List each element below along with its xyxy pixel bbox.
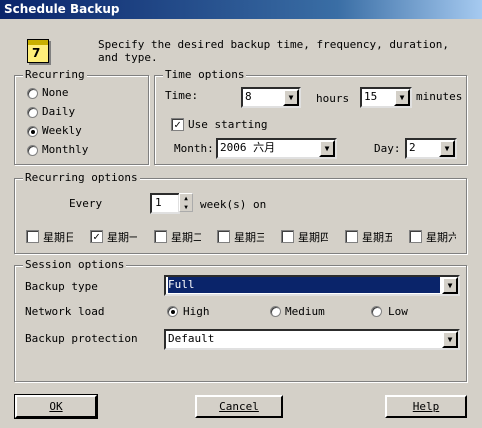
use-starting-label: Use starting [188,118,268,131]
label-high: High [183,305,210,318]
calendar-icon: 7 [27,39,49,63]
minutes-value: 15 [364,90,378,103]
radio-none[interactable] [27,88,38,99]
recurring-options-legend: Recurring options [23,171,140,185]
month-combo[interactable]: 2006 六月 ▼ [216,138,337,159]
label-monthly: Monthly [42,143,89,156]
chevron-down-icon[interactable]: ▼ [394,89,410,106]
every-label: Every [69,197,103,210]
hours-label: hours [316,92,350,105]
day-checkbox-6[interactable] [409,230,422,243]
label-low: Low [388,305,408,318]
backup-type-label: Backup type [25,280,98,293]
spin-down-icon[interactable]: ▼ [180,203,192,212]
day-checkbox-0[interactable] [26,230,39,243]
day-checkbox-3[interactable] [217,230,230,243]
backup-type-combo[interactable]: Full ▼ [164,275,460,296]
intro-text: Specify the desired backup time, frequen… [98,38,449,64]
intro-line-2: and type. [98,51,158,64]
check-icon: ✓ [93,230,100,243]
day-label-5: 星期五 [362,231,392,244]
window-title: Schedule Backup [4,2,120,16]
chevron-down-icon[interactable]: ▼ [442,277,458,294]
radio-weekly[interactable] [27,126,38,137]
chevron-down-icon[interactable]: ▼ [442,331,458,348]
hours-value: 8 [245,90,252,103]
day-combo[interactable]: 2 ▼ [405,138,457,159]
spin-up-icon[interactable]: ▲ [180,194,192,203]
label-medium: Medium [285,305,325,318]
every-input[interactable]: 1 [150,193,180,214]
day-label-3: 星期三 [234,231,264,244]
session-options-legend: Session options [23,258,127,272]
day-label-4: 星期四 [298,231,328,244]
weeks-on-label: week(s) on [200,198,267,211]
backup-protection-value: Default [168,332,215,345]
label-weekly: Weekly [42,124,82,137]
radio-low[interactable] [371,306,382,317]
chevron-down-icon[interactable]: ▼ [283,89,299,106]
day-label-2: 星期二 [171,231,201,244]
intro-line-1: Specify the desired backup time, frequen… [98,38,449,51]
day-label-1: 星期一 [107,231,137,244]
backup-protection-combo[interactable]: Default ▼ [164,329,460,350]
cancel-label: Cancel [219,400,259,413]
recurring-legend: Recurring [23,68,87,82]
ok-label: OK [49,400,63,413]
backup-protection-label: Backup protection [25,332,138,345]
every-spinner[interactable]: ▲ ▼ [179,193,193,212]
day-checkbox-1[interactable]: ✓ [90,230,103,243]
month-value: 2006 六月 [220,141,276,154]
use-starting-checkbox[interactable]: ✓ [171,118,184,131]
day-checkbox-5[interactable] [345,230,358,243]
day-label: Day: [374,142,401,155]
day-value: 2 [409,141,416,154]
time-options-legend: Time options [163,68,247,82]
hours-combo[interactable]: 8 ▼ [241,87,301,108]
network-load-label: Network load [25,305,105,318]
day-checkbox-2[interactable] [154,230,167,243]
day-checkbox-4[interactable] [281,230,294,243]
ok-button[interactable]: OK [14,394,98,419]
time-label: Time: [165,89,199,102]
minutes-combo[interactable]: 15 ▼ [360,87,412,108]
help-label: Help [412,400,440,413]
help-button[interactable]: Help [385,395,467,418]
minutes-label: minutes [416,90,463,103]
month-label: Month: [174,142,214,155]
every-value: 1 [155,196,162,209]
label-none: None [42,86,69,99]
title-bar: Schedule Backup [0,0,482,19]
day-label-0: 星期日 [43,231,73,244]
check-icon: ✓ [174,118,181,131]
day-label-6: 星期六 [426,231,456,244]
radio-monthly[interactable] [27,145,38,156]
radio-medium[interactable] [270,306,281,317]
label-daily: Daily [42,105,76,118]
radio-daily[interactable] [27,107,38,118]
radio-high[interactable] [167,306,178,317]
chevron-down-icon[interactable]: ▼ [319,140,335,157]
backup-type-value: Full [168,277,440,293]
cancel-button[interactable]: Cancel [195,395,283,418]
chevron-down-icon[interactable]: ▼ [439,140,455,157]
